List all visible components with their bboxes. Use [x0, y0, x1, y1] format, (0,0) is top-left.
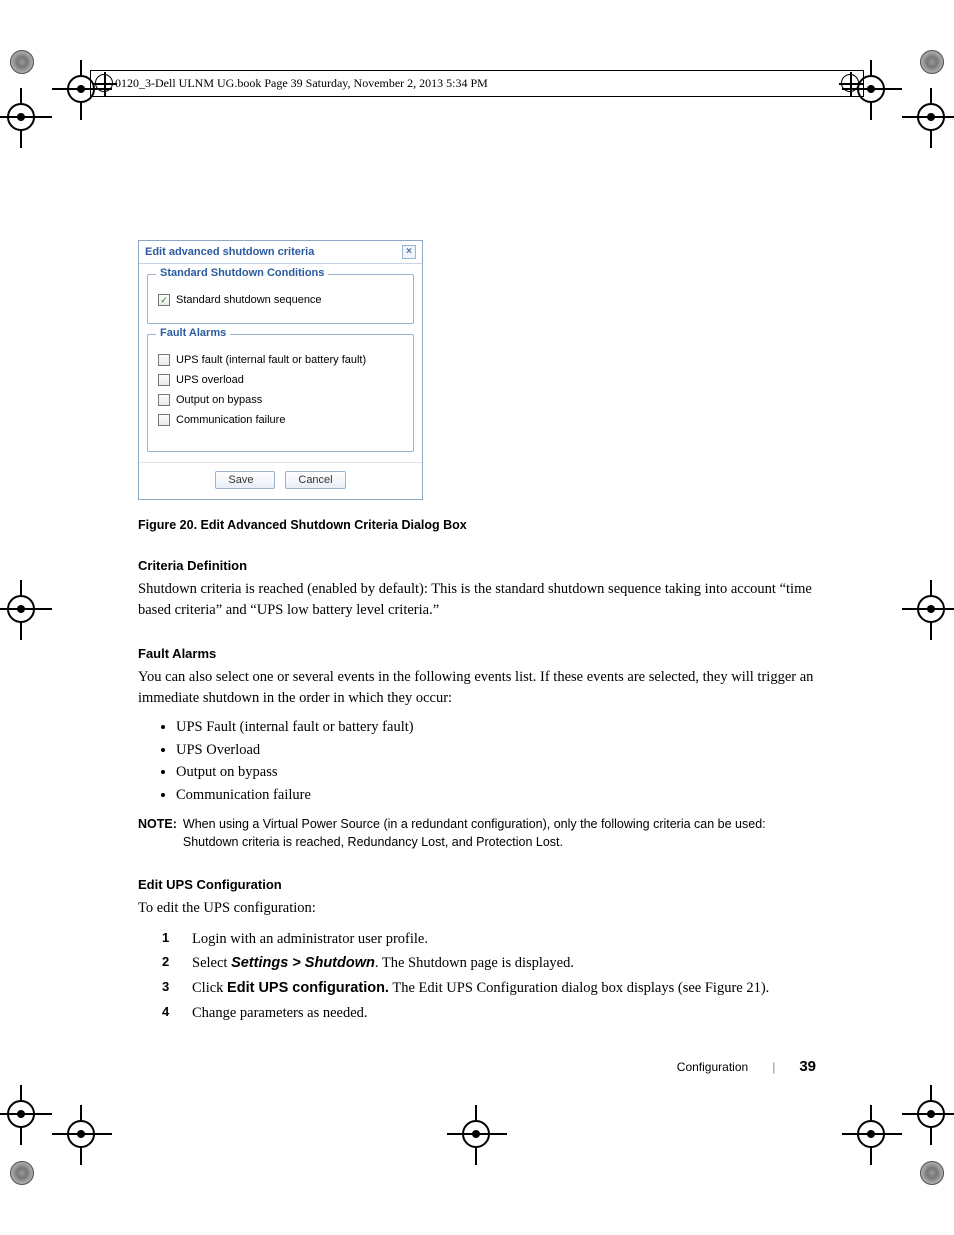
fault-alarms-list: UPS Fault (internal fault or battery fau…: [176, 716, 818, 806]
checkbox-label: Output on bypass: [176, 393, 262, 407]
print-crosshair: [902, 88, 954, 148]
group-legend: Standard Shutdown Conditions: [156, 267, 328, 279]
checkbox-label: UPS overload: [176, 373, 244, 387]
list-item: UPS Fault (internal fault or battery fau…: [176, 716, 818, 738]
criteria-definition-heading: Criteria Definition: [138, 558, 818, 573]
running-header: 0120_3-Dell ULNM UG.book Page 39 Saturda…: [115, 76, 488, 91]
footer-section: Configuration: [677, 1060, 748, 1074]
ui-label: Edit UPS configuration.: [227, 980, 389, 996]
header-tick: [863, 70, 864, 96]
page-footer: Configuration | 39: [677, 1058, 816, 1075]
print-regmark: [10, 50, 70, 110]
standard-shutdown-group: Standard Shutdown Conditions ✓ Standard …: [147, 274, 414, 324]
step-text: . The Shutdown page is displayed.: [375, 955, 574, 971]
edit-ups-intro: To edit the UPS configuration:: [138, 898, 818, 919]
step-item: Click Edit UPS configuration. The Edit U…: [162, 976, 818, 1001]
edit-advanced-shutdown-dialog: Edit advanced shutdown criteria × Standa…: [138, 240, 423, 500]
edit-ups-heading: Edit UPS Configuration: [138, 877, 818, 892]
step-text: Click: [192, 980, 227, 996]
header-reg-icon: [841, 74, 859, 92]
figure-caption: Figure 20. Edit Advanced Shutdown Criter…: [138, 518, 818, 532]
step-item: Select Settings > Shutdown. The Shutdown…: [162, 951, 818, 976]
checkbox-label: Standard shutdown sequence: [176, 293, 322, 307]
step-item: Login with an administrator user profile…: [162, 927, 818, 952]
print-crosshair: [0, 580, 52, 640]
print-crosshair: [902, 1085, 954, 1145]
save-button[interactable]: Save: [215, 471, 275, 489]
step-text: The Edit UPS Configuration dialog box di…: [389, 980, 769, 996]
menu-path: Settings > Shutdown: [231, 955, 375, 971]
checkbox-label: UPS fault (internal fault or battery fau…: [176, 353, 366, 367]
close-icon[interactable]: ×: [402, 245, 416, 259]
print-crosshair: [52, 1105, 112, 1165]
steps-list: Login with an administrator user profile…: [162, 927, 818, 1026]
header-rule: [90, 96, 864, 97]
header-rule: [90, 70, 864, 71]
cancel-button[interactable]: Cancel: [285, 471, 345, 489]
checkbox-label: Communication failure: [176, 413, 285, 427]
note-body: When using a Virtual Power Source (in a …: [183, 816, 818, 851]
print-crosshair: [0, 88, 52, 148]
print-regmark: [884, 1125, 944, 1185]
dialog-title-text: Edit advanced shutdown criteria: [145, 246, 314, 258]
print-crosshair: [902, 580, 954, 640]
criteria-definition-body: Shutdown criteria is reached (enabled by…: [138, 579, 818, 620]
checkbox-standard-sequence[interactable]: ✓: [158, 294, 170, 306]
fault-alarms-heading: Fault Alarms: [138, 646, 818, 661]
page-number: 39: [799, 1058, 816, 1075]
checkbox-ups-overload[interactable]: [158, 374, 170, 386]
header-tick: [90, 70, 91, 96]
print-regmark: [884, 50, 944, 110]
note-label: NOTE:: [138, 816, 177, 851]
print-crosshair: [447, 1105, 507, 1165]
print-regmark: [10, 1125, 70, 1185]
checkbox-output-bypass[interactable]: [158, 394, 170, 406]
fault-alarms-body: You can also select one or several event…: [138, 667, 818, 708]
note-block: NOTE: When using a Virtual Power Source …: [138, 816, 818, 851]
list-item: Communication failure: [176, 784, 818, 806]
header-reg-icon: [95, 74, 113, 92]
checkbox-ups-fault[interactable]: [158, 354, 170, 366]
checkbox-comm-failure[interactable]: [158, 414, 170, 426]
fault-alarms-group: Fault Alarms UPS fault (internal fault o…: [147, 334, 414, 452]
print-crosshair: [842, 1105, 902, 1165]
footer-separator: |: [772, 1060, 775, 1074]
step-text: Select: [192, 955, 231, 971]
print-crosshair: [0, 1085, 52, 1145]
list-item: Output on bypass: [176, 761, 818, 783]
step-item: Change parameters as needed.: [162, 1001, 818, 1026]
group-legend: Fault Alarms: [156, 327, 230, 339]
list-item: UPS Overload: [176, 739, 818, 761]
